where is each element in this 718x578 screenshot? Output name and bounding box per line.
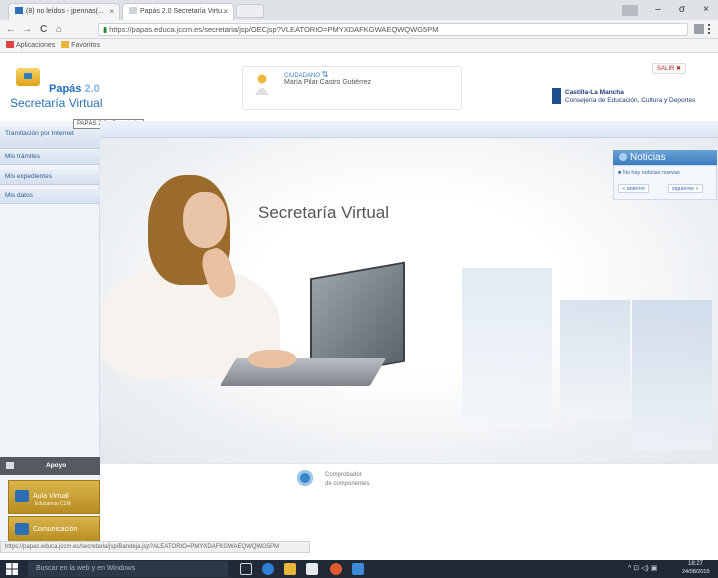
- page-icon: [129, 7, 137, 14]
- windows-start-icon[interactable]: [6, 563, 18, 575]
- bookmark-label: Favoritos: [71, 42, 100, 49]
- lock-icon: ▮: [103, 25, 108, 34]
- banner-label: Aula Virtual: [33, 493, 69, 500]
- hero-woman-hand: [248, 350, 296, 368]
- browser-tab-mail[interactable]: (8) no leídos - jpennas(... ×: [8, 3, 120, 20]
- window-controls: – σ ×: [622, 2, 718, 18]
- forward-icon[interactable]: →: [22, 23, 32, 36]
- user-profile-icon[interactable]: [622, 5, 638, 16]
- jccm-logo-icon: [552, 88, 561, 104]
- sidebar-item-label: Mis trámites: [5, 153, 41, 160]
- sidebar-item-label: Mis datos: [5, 192, 33, 199]
- sidebar-item-label: Mis expedientes: [5, 173, 52, 180]
- role-switch-icon[interactable]: ⇅: [322, 70, 329, 79]
- logo-title-text: Papás: [49, 83, 82, 95]
- noticias-item-text: No hay noticias nuevas: [622, 170, 680, 176]
- sidebar-item-mis-tramites[interactable]: Mis trámites: [0, 150, 100, 165]
- browser-tab-papas[interactable]: Papás 2.0 Secretaría Virtu... ×: [122, 3, 234, 20]
- menu-icon[interactable]: [708, 24, 712, 34]
- logout-button[interactable]: SALIR ✖: [652, 63, 687, 74]
- component-checker-link-line2[interactable]: de componentes: [325, 481, 369, 487]
- user-box: [242, 66, 462, 110]
- noticias-prev-button[interactable]: « anterior: [618, 184, 650, 193]
- logo-version: 2.0: [84, 83, 100, 95]
- extension-icon[interactable]: [694, 24, 704, 34]
- mail-icon: [15, 7, 23, 14]
- browser-status-bar: https://papas.educa.jccm.es/secretaria/j…: [0, 541, 310, 553]
- content-top-strip: [100, 121, 718, 138]
- apps-icon: [6, 41, 14, 48]
- noticias-header: Noticias: [613, 150, 717, 165]
- institution-department: Consejería de Educación, Cultura y Depor…: [565, 97, 696, 104]
- papas-logo-icon: [16, 68, 40, 86]
- url-text: https://papas.educa.jccm.es/secretaria/j…: [109, 25, 439, 34]
- logout-label: SALIR: [657, 66, 675, 72]
- store-icon[interactable]: [306, 563, 318, 575]
- folder-icon: [61, 41, 70, 48]
- comunicacion-icon: [15, 523, 29, 535]
- bullet-icon: ■: [618, 170, 622, 176]
- bookmark-apps[interactable]: Aplicaciones: [6, 41, 56, 49]
- clock-date[interactable]: 24/08/2015: [682, 569, 710, 575]
- noticias-title: Noticias: [630, 152, 666, 163]
- maximize-button[interactable]: σ: [670, 2, 694, 18]
- home-icon[interactable]: ⌂: [56, 23, 62, 36]
- institution-name: Castilla-La Mancha: [565, 89, 624, 96]
- noticias-icon: [619, 153, 627, 161]
- task-view-icon[interactable]: [240, 563, 252, 575]
- aula-virtual-banner[interactable]: Aula Virtual Educamos CLM: [8, 480, 100, 514]
- user-name: María Pilar Castro Gutiérrez: [284, 79, 372, 86]
- reload-icon[interactable]: C: [40, 23, 47, 36]
- user-role: CIUDADANO ⇅: [284, 70, 328, 79]
- edge-icon[interactable]: [262, 563, 274, 575]
- page-footer: [100, 463, 718, 541]
- bookmark-favorites[interactable]: Favoritos: [61, 41, 100, 49]
- hero-woman-face: [183, 192, 227, 248]
- photos-icon[interactable]: [352, 563, 364, 575]
- system-tray[interactable]: ^ ⊡ ◁) ▣: [628, 564, 657, 572]
- decorative-glass: [462, 268, 552, 428]
- decorative-glass: [632, 300, 712, 450]
- apoyo-icon: [6, 462, 14, 469]
- comunicacion-banner[interactable]: Comunicación: [8, 516, 100, 542]
- apoyo-label: Apoyo: [46, 462, 67, 469]
- sidebar-item-label: Tramitación por Internet: [5, 130, 74, 137]
- noticias-next-button[interactable]: siguiente »: [668, 184, 703, 193]
- bookmark-label: Aplicaciones: [16, 42, 56, 49]
- sidebar-item-tramitacion[interactable]: Tramitación por Internet: [0, 127, 100, 149]
- sidebar-item-mis-expedientes[interactable]: Mis expedientes: [0, 170, 100, 185]
- tab-close-icon[interactable]: ×: [223, 7, 228, 16]
- file-explorer-icon[interactable]: [284, 563, 296, 575]
- clock-time[interactable]: 18:27: [688, 561, 703, 567]
- chrome-icon[interactable]: [330, 563, 342, 575]
- sidebar-item-mis-datos[interactable]: Mis datos: [0, 189, 100, 204]
- component-checker-link[interactable]: Comprobador: [325, 472, 362, 478]
- bookmarks-bar: Aplicaciones Favoritos: [0, 39, 718, 53]
- laptop-base-illustration: [219, 358, 387, 386]
- logout-icon: ✖: [676, 66, 682, 72]
- minimize-button[interactable]: –: [646, 2, 670, 18]
- new-tab-button[interactable]: [236, 4, 264, 18]
- decorative-glass: [560, 300, 630, 420]
- url-input[interactable]: ▮ https://papas.educa.jccm.es/secretaria/…: [98, 23, 688, 36]
- user-avatar-icon: [255, 74, 269, 95]
- tab-label: (8) no leídos - jpennas(...: [26, 8, 104, 15]
- gear-icon[interactable]: [297, 470, 313, 486]
- tab-close-icon[interactable]: ×: [109, 7, 114, 16]
- close-button[interactable]: ×: [694, 2, 718, 18]
- logo-subtitle: Secretaría Virtual: [10, 96, 103, 110]
- hero-title: Secretaría Virtual: [258, 203, 390, 222]
- aula-virtual-icon: [15, 490, 29, 502]
- back-icon[interactable]: ←: [6, 23, 16, 36]
- logo-title: Papás 2.0: [49, 83, 100, 95]
- noticias-item: ■ No hay noticias nuevas: [618, 170, 680, 176]
- banner-sublabel: Educamos CLM: [35, 501, 71, 507]
- apoyo-section[interactable]: Apoyo: [0, 457, 100, 475]
- tab-label: Papás 2.0 Secretaría Virtu...: [140, 8, 228, 15]
- taskbar-search-input[interactable]: Buscar en la web y en Windows: [28, 561, 228, 577]
- banner-label: Comunicación: [33, 526, 78, 533]
